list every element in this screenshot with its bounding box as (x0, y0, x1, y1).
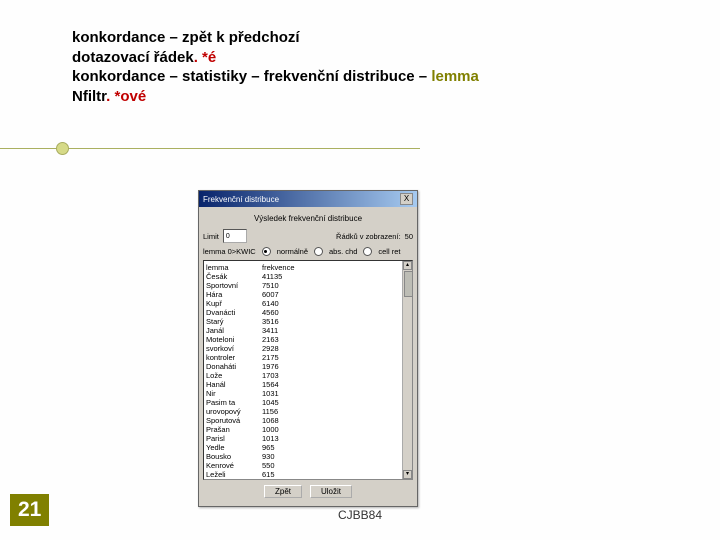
list-item[interactable]: Kenrové550 (206, 461, 410, 470)
radio-normal[interactable] (262, 247, 271, 256)
title-line4a: Nfiltr (72, 88, 106, 105)
dialog-title: Frekvenční distribuce (203, 195, 279, 204)
back-button[interactable]: Zpět (264, 485, 302, 498)
title-line2b: . *é (194, 49, 217, 66)
list-item[interactable]: svorkoví2928 (206, 344, 410, 353)
list-item[interactable]: Donaháti1976 (206, 362, 410, 371)
list-item[interactable]: Pasim ta1045 (206, 398, 410, 407)
scroll-down-icon[interactable]: ▾ (403, 470, 412, 479)
rows-label: Řádků v zobrazení: (336, 232, 401, 241)
radio-abschd-label: abs. chd (329, 247, 357, 256)
radio-abschd[interactable] (314, 247, 323, 256)
list-item[interactable]: Hanál1564 (206, 380, 410, 389)
list-item[interactable]: Hára6007 (206, 290, 410, 299)
radio-normal-label: normálně (277, 247, 308, 256)
list-item[interactable]: Kupř6140 (206, 299, 410, 308)
attr-label: lemma 0>KWIC (203, 247, 256, 256)
list-item[interactable]: Yedle965 (206, 443, 410, 452)
scrollbar[interactable]: ▴ ▾ (402, 261, 412, 479)
title-line3a: konkordance – statistiky – frekvenční di… (72, 68, 431, 85)
title-line3b: lemma (431, 68, 479, 85)
title-line1: konkordance – zpět k předchozí (72, 29, 300, 46)
frequency-dialog: Frekvenční distribuce X Výsledek frekven… (198, 190, 418, 507)
dialog-caption: Výsledek frekvenční distribuce (203, 214, 413, 223)
list-item[interactable]: Bousko930 (206, 452, 410, 461)
scroll-up-icon[interactable]: ▴ (403, 261, 412, 270)
slide-number: 21 (10, 494, 49, 526)
limit-input[interactable] (223, 229, 247, 243)
list-header: lemmafrekvence (206, 263, 410, 272)
list-item[interactable]: Starý3516 (206, 317, 410, 326)
decor-dot (56, 142, 69, 155)
list-item[interactable]: Sportovní7510 (206, 281, 410, 290)
list-item[interactable]: urovopový1156 (206, 407, 410, 416)
close-icon[interactable]: X (400, 193, 413, 205)
footer-label: CJBB84 (338, 508, 382, 522)
list-item[interactable]: Nir1031 (206, 389, 410, 398)
list-item[interactable]: kontroler2175 (206, 353, 410, 362)
title-line4b: . *ové (106, 88, 146, 105)
save-button[interactable]: Uložit (310, 485, 352, 498)
title-block: konkordance – zpět k předchozí dotazovac… (72, 28, 479, 106)
radio-cellret[interactable] (363, 247, 372, 256)
list-item[interactable]: Moteloni2163 (206, 335, 410, 344)
list-item[interactable]: Česák41135 (206, 272, 410, 281)
list-item[interactable]: Lože1703 (206, 371, 410, 380)
rows-value: 50 (405, 232, 413, 241)
limit-label: Limit (203, 232, 219, 241)
title-line2a: dotazovací řádek (72, 49, 194, 66)
list-item[interactable]: Dvanácti4560 (206, 308, 410, 317)
scroll-thumb[interactable] (404, 271, 413, 297)
results-listbox[interactable]: lemmafrekvenceČesák41135Sportovní7510Hár… (203, 260, 413, 480)
list-item[interactable]: Parisl1013 (206, 434, 410, 443)
list-item[interactable]: Janál3411 (206, 326, 410, 335)
radio-cellret-label: cell ret (378, 247, 400, 256)
dialog-titlebar[interactable]: Frekvenční distribuce X (199, 191, 417, 207)
list-item[interactable]: Sporutová1068 (206, 416, 410, 425)
list-item[interactable]: Prašan1000 (206, 425, 410, 434)
list-item[interactable]: Leželi615 (206, 470, 410, 479)
radio-row: lemma 0>KWIC normálně abs. chd cell ret (203, 247, 413, 256)
limit-row: Limit Řádků v zobrazení: 50 (203, 229, 413, 243)
